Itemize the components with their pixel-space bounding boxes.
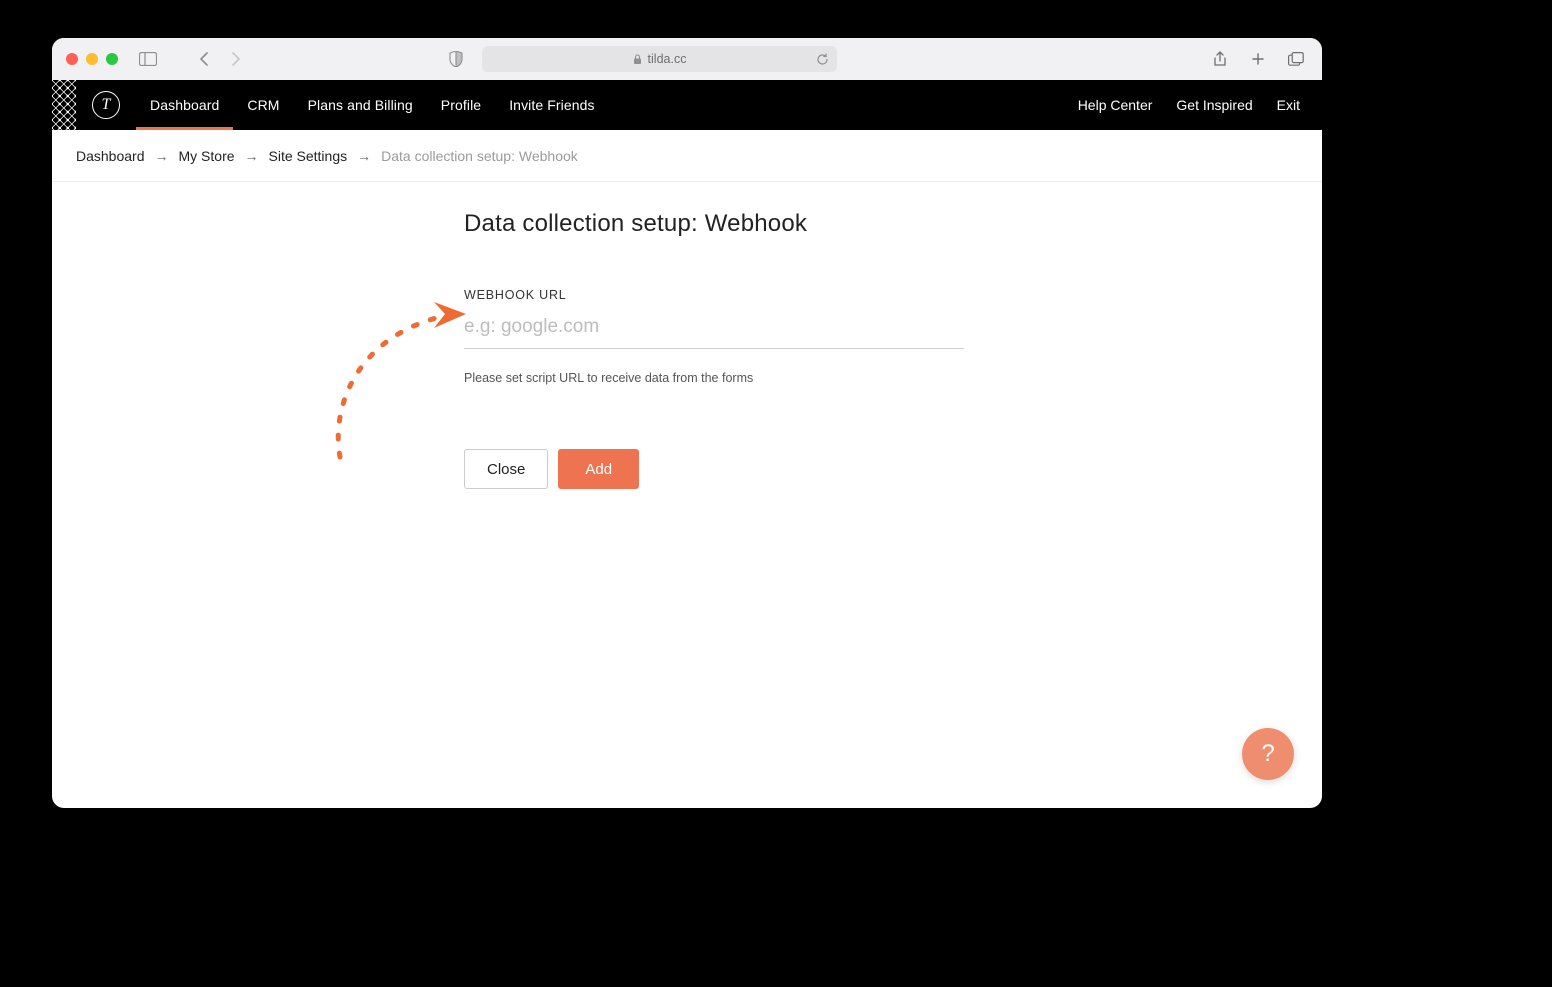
help-center-link[interactable]: Help Center [1078,97,1153,113]
brand-logo[interactable]: T [76,80,136,130]
browser-window: tilda.cc T Dashboard CRM Plans a [52,38,1322,808]
question-mark-icon: ? [1261,740,1274,768]
help-fab-button[interactable]: ? [1242,728,1294,780]
browser-chrome: tilda.cc [52,38,1322,80]
page-content: Data collection setup: Webhook WEBHOOK U… [52,182,1322,513]
url-host: tilda.cc [648,52,687,66]
crumb-site-settings[interactable]: Site Settings [269,148,348,164]
webhook-url-help: Please set script URL to receive data fr… [464,371,964,385]
sidebar-toggle-icon[interactable] [136,47,160,71]
get-inspired-link[interactable]: Get Inspired [1176,97,1252,113]
breadcrumb: Dashboard → My Store → Site Settings → D… [52,130,1322,182]
nav-plans-billing[interactable]: Plans and Billing [294,80,427,130]
privacy-shield-icon[interactable] [444,47,468,71]
main-nav: Dashboard CRM Plans and Billing Profile … [136,80,609,130]
window-controls [66,53,118,65]
add-button[interactable]: Add [558,449,639,489]
app-header: T Dashboard CRM Plans and Billing Profil… [52,80,1322,130]
nav-label: Invite Friends [509,97,594,113]
crumb-my-store[interactable]: My Store [179,148,235,164]
annotation-arrow-icon [282,282,482,462]
button-label: Add [585,461,612,478]
reload-icon[interactable] [816,53,829,66]
new-tab-icon[interactable] [1246,47,1270,71]
maximize-window-icon[interactable] [106,53,118,65]
button-label: Close [487,461,525,478]
nav-crm[interactable]: CRM [233,80,293,130]
share-icon[interactable] [1208,47,1232,71]
close-button[interactable]: Close [464,449,548,489]
chevron-right-icon: → [155,148,169,164]
webhook-url-label: WEBHOOK URL [464,288,964,302]
crumb-dashboard[interactable]: Dashboard [76,148,145,164]
nav-label: Profile [441,97,481,113]
logo-glyph: T [102,96,111,114]
webhook-url-input[interactable] [464,312,964,349]
decorative-zigzag-icon [52,80,76,130]
nav-label: CRM [247,97,279,113]
crumb-current: Data collection setup: Webhook [381,148,578,164]
chevron-right-icon: → [357,148,371,164]
lock-icon [633,54,642,65]
tabs-overview-icon[interactable] [1284,47,1308,71]
nav-profile[interactable]: Profile [427,80,495,130]
exit-link[interactable]: Exit [1277,97,1300,113]
nav-dashboard[interactable]: Dashboard [136,80,233,130]
nav-forward-icon[interactable] [224,47,248,71]
nav-back-icon[interactable] [192,47,216,71]
url-bar[interactable]: tilda.cc [482,46,837,72]
nav-invite-friends[interactable]: Invite Friends [495,80,608,130]
page-title: Data collection setup: Webhook [464,210,964,238]
minimize-window-icon[interactable] [86,53,98,65]
nav-label: Plans and Billing [308,97,413,113]
chevron-right-icon: → [245,148,259,164]
close-window-icon[interactable] [66,53,78,65]
nav-label: Dashboard [150,97,219,113]
